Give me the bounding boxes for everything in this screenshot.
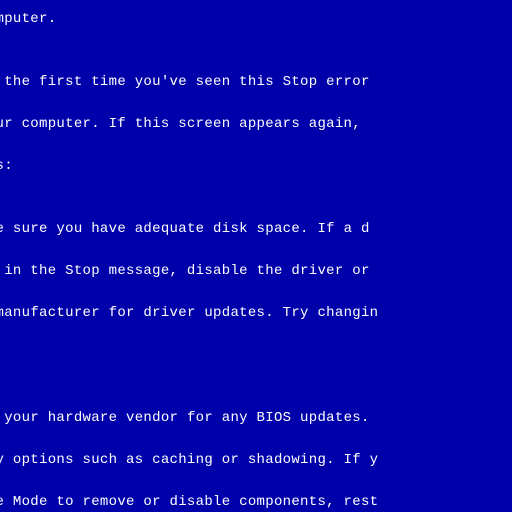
bsod-line: ers. [0, 345, 512, 366]
bsod-line: is is the first time you've seen this St… [0, 72, 512, 93]
bsod-screen: ur computer. is is the first time you've… [0, 0, 512, 512]
bsod-line: memory options such as caching or shadow… [0, 450, 512, 471]
bsod-line: steps: [0, 156, 512, 177]
bsod-line: rt your computer. If this screen appears… [0, 114, 512, 135]
bsod-line: to be sure you have adequate disk space.… [0, 219, 512, 240]
bsod-text: ur computer. is is the first time you've… [0, 0, 512, 512]
bsod-line: e Safe Mode to remove or disable compone… [0, 492, 512, 512]
bsod-line: the manufacturer for driver updates. Try… [0, 303, 512, 324]
bsod-line: ified in the Stop message, disable the d… [0, 261, 512, 282]
bsod-line: ur computer. [0, 9, 512, 30]
bsod-line: with your hardware vendor for any BIOS u… [0, 408, 512, 429]
